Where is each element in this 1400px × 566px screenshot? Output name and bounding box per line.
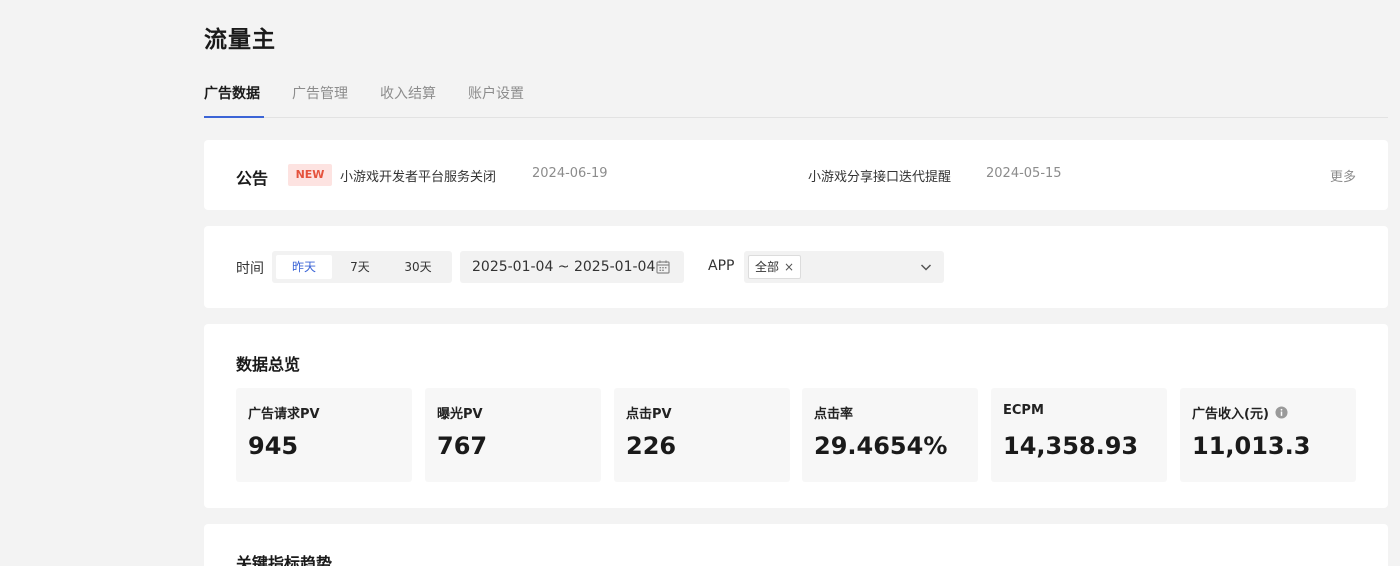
close-icon[interactable]: × [784,256,794,278]
stat-value: 14,358.93 [1003,432,1139,460]
app-tag-all: 全部 × [748,255,802,279]
tab-account-settings[interactable]: 账户设置 [468,80,524,117]
stat-label: 广告请求PV [248,407,320,422]
stat-value: 29.4654% [814,432,948,460]
overview-card: 数据总览 广告请求PV 945 曝光PV 767 点击PV 226 点击率 29… [204,324,1388,508]
app-tag-label: 全部 [755,260,780,274]
stat-label-row: 广告收入(元) [1192,403,1288,422]
notice-card: 公告 NEW 小游戏开发者平台服务关闭 2024-06-19 小游戏分享接口迭代… [204,140,1388,210]
time-label: 时间 [236,261,264,277]
info-icon[interactable] [1275,406,1288,419]
stat-label: 广告收入(元) [1192,407,1269,422]
app-select[interactable]: 全部 × [744,251,944,283]
stat-value: 945 [248,432,299,460]
trend-title: 关键指标趋势 [236,554,333,566]
time-option-30days[interactable]: 30天 [388,255,448,279]
filter-card: 时间 昨天 7天 30天 2025-01-04 ~ 2025-01-04 APP… [204,226,1388,308]
page-title: 流量主 [204,27,276,53]
time-range-segmented: 昨天 7天 30天 [272,251,452,283]
overview-title: 数据总览 [236,355,301,374]
stat-label: 曝光PV [437,407,483,422]
more-link[interactable]: 更多 [1330,166,1356,185]
tab-ad-data[interactable]: 广告数据 [204,80,264,118]
calendar-icon [656,260,670,274]
stat-card-ctr: 点击率 29.4654% [802,388,978,482]
stat-label: 点击PV [626,407,672,422]
stat-label: 点击率 [814,407,854,422]
app-label: APP [708,258,735,274]
date-range-value: 2025-01-04 ~ 2025-01-04 [472,259,656,275]
stat-card-impressions: 曝光PV 767 [425,388,601,482]
notice-title: 公告 [236,169,269,188]
stat-label: ECPM [1003,403,1044,418]
stat-card-ad-requests: 广告请求PV 945 [236,388,412,482]
notice-item-date: 2024-06-19 [532,166,608,181]
notice-item-link[interactable]: 小游戏分享接口迭代提醒 [808,166,951,185]
stat-value: 11,013.3 [1192,432,1311,460]
time-option-7days[interactable]: 7天 [332,255,388,279]
stat-value: 767 [437,432,488,460]
date-range-picker[interactable]: 2025-01-04 ~ 2025-01-04 [460,251,684,283]
chevron-down-icon [920,264,932,271]
stat-card-ecpm: ECPM 14,358.93 [991,388,1167,482]
tab-income-settlement[interactable]: 收入结算 [380,80,436,117]
notice-item-link[interactable]: 小游戏开发者平台服务关闭 [340,166,496,185]
new-badge: NEW [288,164,332,186]
trend-card: 关键指标趋势 [204,524,1388,566]
stat-value: 226 [626,432,677,460]
tab-bar: 广告数据 广告管理 收入结算 账户设置 [204,80,1388,118]
notice-item-date: 2024-05-15 [986,166,1062,181]
stat-card-clicks: 点击PV 226 [614,388,790,482]
time-option-yesterday[interactable]: 昨天 [276,255,332,279]
stat-card-ad-revenue: 广告收入(元) 11,013.3 [1180,388,1356,482]
tab-ad-management[interactable]: 广告管理 [292,80,348,117]
